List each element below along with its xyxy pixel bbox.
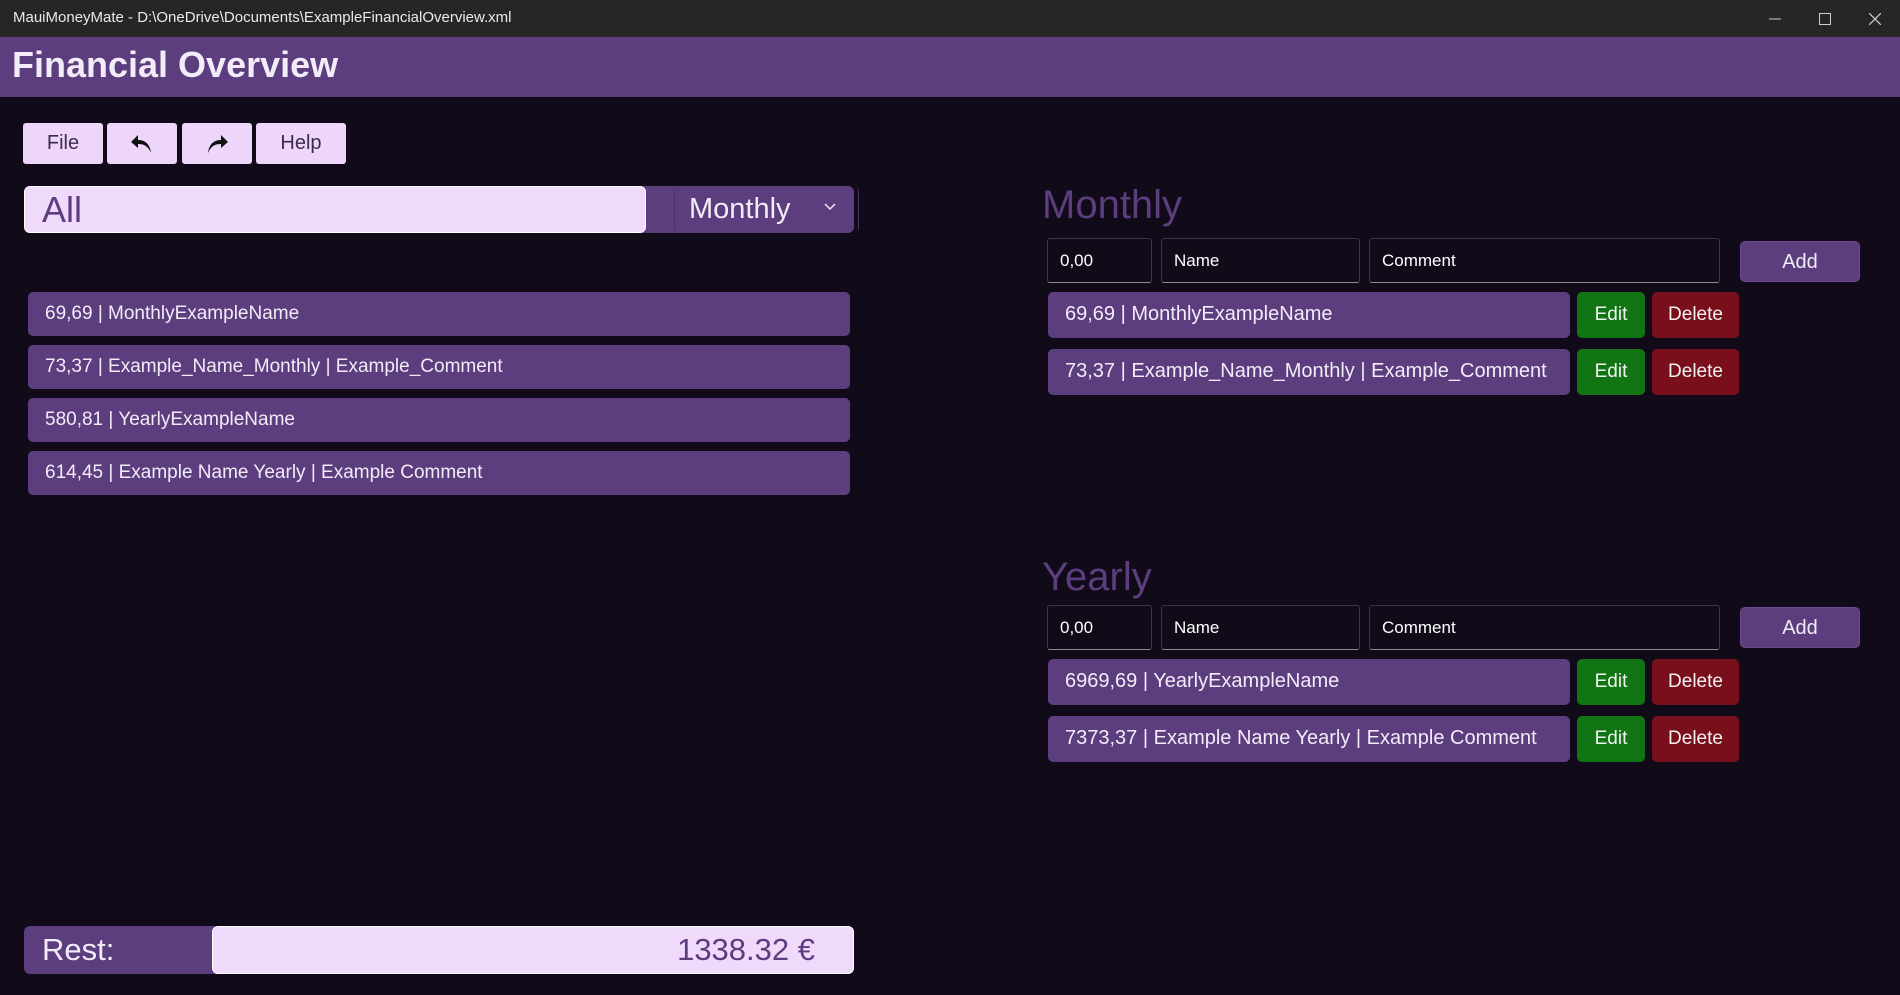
yearly-entry[interactable]: 7373,37 | Example Name Yearly | Example … — [1048, 716, 1570, 762]
undo-button[interactable] — [107, 123, 177, 164]
redo-button[interactable] — [182, 123, 252, 164]
delete-button[interactable]: Delete — [1652, 716, 1739, 762]
app-header: Financial Overview — [0, 37, 1900, 97]
edit-button[interactable]: Edit — [1577, 292, 1645, 338]
rest-value: 1338.32 € — [212, 926, 854, 974]
yearly-name-input[interactable]: Name — [1161, 605, 1360, 650]
minimize-button[interactable] — [1750, 0, 1800, 37]
monthly-add-button[interactable]: Add — [1740, 241, 1860, 282]
edit-button[interactable]: Edit — [1577, 716, 1645, 762]
maximize-icon — [1819, 12, 1831, 25]
yearly-comment-input[interactable]: Comment — [1369, 605, 1720, 650]
monthly-section-title: Monthly — [1042, 183, 1183, 227]
edit-button[interactable]: Edit — [1577, 349, 1645, 395]
list-item[interactable]: 614,45 | Example Name Yearly | Example C… — [28, 451, 850, 495]
monthly-entry[interactable]: 69,69 | MonthlyExampleName — [1048, 292, 1570, 338]
window-titlebar: MauiMoneyMate - D:\OneDrive\Documents\Ex… — [0, 0, 1900, 37]
close-icon — [1869, 12, 1881, 25]
undo-icon — [131, 134, 151, 153]
list-item[interactable]: 580,81 | YearlyExampleName — [28, 398, 850, 442]
edit-button[interactable]: Edit — [1577, 659, 1645, 705]
file-button[interactable]: File — [23, 123, 103, 164]
list-item[interactable]: 69,69 | MonthlyExampleName — [28, 292, 850, 336]
monthly-name-input[interactable]: Name — [1161, 238, 1360, 283]
delete-button[interactable]: Delete — [1652, 659, 1739, 705]
minimize-icon — [1769, 18, 1781, 19]
maximize-button[interactable] — [1800, 0, 1850, 37]
list-item[interactable]: 73,37 | Example_Name_Monthly | Example_C… — [28, 345, 850, 389]
rest-summary: Rest: 1338.32 € — [24, 926, 854, 974]
help-button[interactable]: Help — [256, 123, 346, 164]
chevron-down-icon — [824, 203, 836, 211]
yearly-entry[interactable]: 6969,69 | YearlyExampleName — [1048, 659, 1570, 705]
delete-button[interactable]: Delete — [1652, 292, 1739, 338]
monthly-entry[interactable]: 73,37 | Example_Name_Monthly | Example_C… — [1048, 349, 1570, 395]
yearly-amount-input[interactable]: 0,00 — [1047, 605, 1152, 650]
delete-button[interactable]: Delete — [1652, 349, 1739, 395]
period-select-value: Monthly — [689, 193, 791, 225]
redo-icon — [208, 134, 228, 153]
page-title: Financial Overview — [12, 44, 339, 85]
close-button[interactable] — [1850, 0, 1900, 37]
yearly-add-button[interactable]: Add — [1740, 607, 1860, 648]
monthly-comment-input[interactable]: Comment — [1369, 238, 1720, 283]
search-input[interactable]: All — [24, 186, 646, 233]
rest-label: Rest: — [42, 932, 115, 967]
monthly-amount-input[interactable]: 0,00 — [1047, 238, 1152, 283]
yearly-section-title: Yearly — [1042, 555, 1152, 599]
filter-bar: All Monthly — [24, 186, 859, 233]
period-select[interactable]: Monthly — [674, 188, 859, 231]
window-title: MauiMoneyMate - D:\OneDrive\Documents\Ex… — [13, 9, 512, 26]
